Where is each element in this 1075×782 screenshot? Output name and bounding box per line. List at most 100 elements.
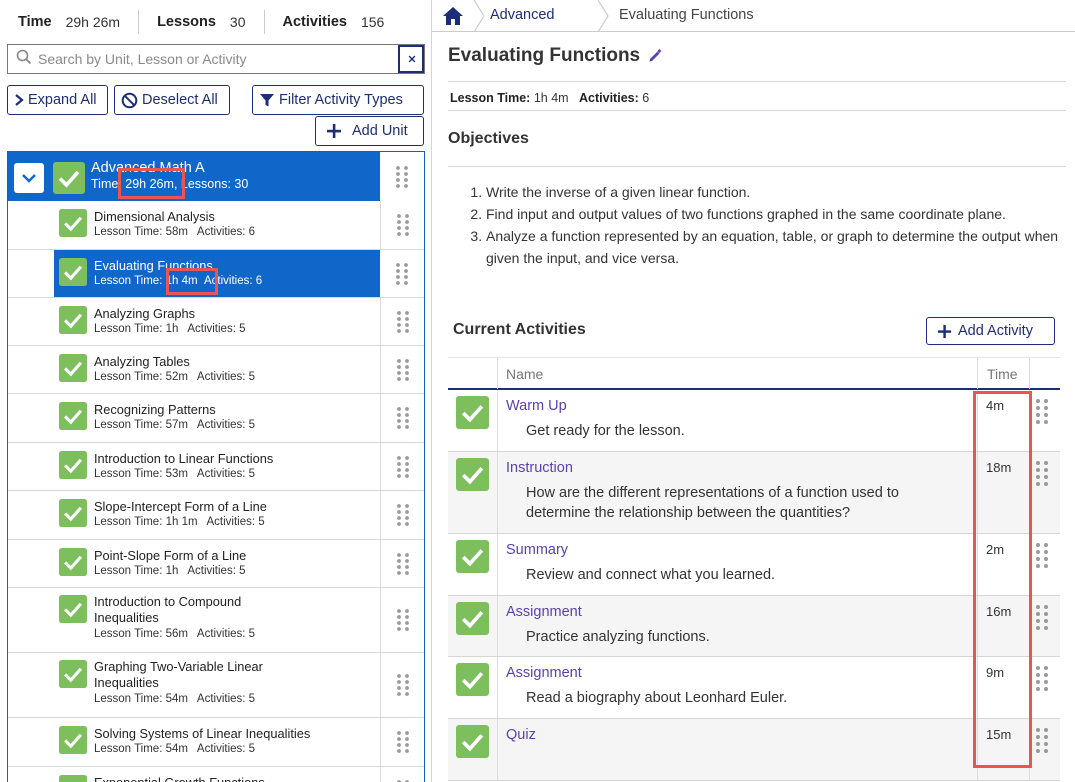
checkmark-icon [456, 540, 489, 573]
activity-checkbox[interactable] [456, 602, 489, 640]
activity-checkbox[interactable] [456, 458, 489, 496]
lesson-row[interactable]: Solving Systems of Linear Inequalities Le… [8, 718, 424, 767]
unit-row[interactable]: Advanced Math A Time: 29h 26m, Lessons: … [8, 152, 424, 201]
drag-handle[interactable] [1034, 460, 1050, 493]
stat-label: Activities [282, 14, 347, 30]
activity-checkbox[interactable] [456, 725, 489, 763]
lesson-checkbox[interactable] [59, 451, 87, 484]
column-header-name[interactable]: Name [506, 358, 543, 389]
lesson-row[interactable]: Introduction to Compound Inequalities Less… [8, 588, 424, 653]
app: Time 29h 26m Lessons 30 Activities 156 S… [0, 0, 1075, 782]
activity-name-link[interactable]: Summary [506, 542, 568, 558]
lesson-checkbox[interactable] [59, 499, 87, 532]
activity-description: How are the different representations of… [526, 485, 899, 521]
lesson-checkbox[interactable] [59, 595, 87, 628]
drag-handle[interactable] [380, 298, 424, 345]
filter-activity-types-button[interactable]: Filter Activity Types [252, 85, 424, 115]
drag-handle-icon [1036, 461, 1048, 486]
lesson-checkbox[interactable] [59, 548, 87, 581]
activity-name-link[interactable]: Assignment [506, 665, 582, 681]
drag-handle[interactable] [1034, 665, 1050, 698]
drag-handle[interactable] [380, 491, 424, 539]
activity-row[interactable]: Warm Up Get ready for the lesson. 4m [448, 390, 1060, 452]
checkmark-icon [59, 499, 87, 527]
lesson-checkbox[interactable] [59, 258, 87, 291]
clear-search-button[interactable] [398, 45, 424, 73]
activity-checkbox[interactable] [456, 540, 489, 578]
drag-handle[interactable] [380, 346, 424, 393]
drag-handle[interactable] [380, 653, 424, 717]
lesson-row[interactable]: Introduction to Linear Functions Lesson T… [8, 443, 424, 491]
activity-checkbox[interactable] [456, 396, 489, 434]
lesson-meta: Lesson Time: 56m Activities: 5 [94, 628, 256, 640]
activity-row[interactable]: Instruction How are the different represe… [448, 452, 1060, 534]
lesson-row[interactable]: Graphing Two-Variable Linear Inequalities… [8, 653, 424, 718]
lesson-row[interactable]: Evaluating Functions Lesson Time: 1h 4m A… [8, 250, 424, 298]
lesson-checkbox[interactable] [59, 209, 87, 242]
activity-description: Review and connect what you learned. [526, 567, 776, 583]
drag-handle[interactable] [380, 443, 424, 490]
lesson-row[interactable]: Recognizing Patterns Lesson Time: 57m Act… [8, 394, 424, 443]
drag-handle[interactable] [380, 718, 424, 766]
column-header-time[interactable]: Time [987, 358, 1018, 389]
activity-name-link[interactable]: Instruction [506, 460, 573, 476]
activity-row[interactable]: Assignment Read a biography about Leonhar… [448, 657, 1060, 719]
lesson-checkbox[interactable] [59, 402, 87, 435]
lesson-checkbox[interactable] [59, 306, 87, 339]
lesson-row[interactable]: Analyzing Tables Lesson Time: 52m Activit… [8, 346, 424, 394]
drag-handle[interactable] [380, 152, 424, 201]
drag-handle[interactable] [380, 201, 424, 249]
expand-all-button[interactable]: Expand All [7, 85, 108, 115]
lesson-row[interactable]: Point-Slope Form of a Line Lesson Time: 1… [8, 540, 424, 588]
drag-handle[interactable] [380, 767, 424, 782]
drag-handle[interactable] [380, 540, 424, 587]
lesson-row[interactable]: Exponential Growth Functions [8, 767, 424, 782]
home-icon [443, 7, 463, 25]
activity-row[interactable]: Summary Review and connect what you learn… [448, 534, 1060, 596]
collapse-unit-button[interactable] [14, 163, 44, 193]
lesson-row[interactable]: Analyzing Graphs Lesson Time: 1h Activiti… [8, 298, 424, 346]
lesson-title: Evaluating Functions [94, 258, 213, 273]
lesson-row[interactable]: Slope-Intercept Form of a Line Lesson Tim… [8, 491, 424, 540]
activity-name-link[interactable]: Assignment [506, 604, 582, 620]
unit-checkbox[interactable] [53, 162, 85, 199]
unit-time-value: 29h 26m [125, 177, 174, 191]
add-activity-button[interactable]: Add Activity [926, 317, 1055, 345]
edit-icon[interactable] [648, 49, 662, 63]
drag-handle-icon [396, 455, 409, 478]
column-divider [497, 596, 498, 656]
breadcrumb: Advanced Evaluating Functions [432, 0, 1075, 32]
column-divider [1029, 596, 1030, 656]
lesson-checkbox[interactable] [59, 660, 87, 693]
lesson-title: Recognizing Patterns [94, 402, 216, 417]
drag-handle[interactable] [380, 588, 424, 652]
activity-name-link[interactable]: Warm Up [506, 398, 567, 414]
drag-handle[interactable] [1034, 398, 1050, 431]
lesson-title: Solving Systems of Linear Inequalities [94, 726, 311, 741]
deselect-all-button[interactable]: Deselect All [114, 85, 230, 115]
drag-handle[interactable] [1034, 604, 1050, 637]
drag-handle[interactable] [380, 250, 424, 297]
add-unit-button[interactable]: Add Unit [315, 116, 424, 146]
activity-row[interactable]: Assignment Practice analyzing functions. 1… [448, 596, 1060, 657]
stat-value: 29h 26m [65, 14, 121, 30]
unit-name: Advanced Math A [91, 160, 205, 176]
activity-checkbox[interactable] [456, 663, 489, 701]
search-box [7, 44, 425, 74]
lesson-title: Exponential Growth Functions [94, 775, 265, 782]
activity-row[interactable]: Quiz 15m [448, 719, 1060, 781]
drag-handle[interactable] [1034, 727, 1050, 760]
lesson-row[interactable]: Dimensional Analysis Lesson Time: 58m Act… [8, 201, 424, 250]
objective-item: Analyze a function represented by an equ… [486, 225, 1066, 269]
drag-handle[interactable] [1034, 542, 1050, 575]
divider [448, 110, 1066, 111]
breadcrumb-parent-link[interactable]: Advanced [490, 7, 555, 23]
drag-handle[interactable] [380, 394, 424, 442]
search-input[interactable] [38, 46, 398, 72]
column-divider [1029, 358, 1030, 389]
activity-name-link[interactable]: Quiz [506, 727, 536, 743]
lesson-checkbox[interactable] [59, 775, 87, 782]
home-button[interactable] [432, 0, 474, 32]
lesson-checkbox[interactable] [59, 726, 87, 759]
lesson-checkbox[interactable] [59, 354, 87, 387]
